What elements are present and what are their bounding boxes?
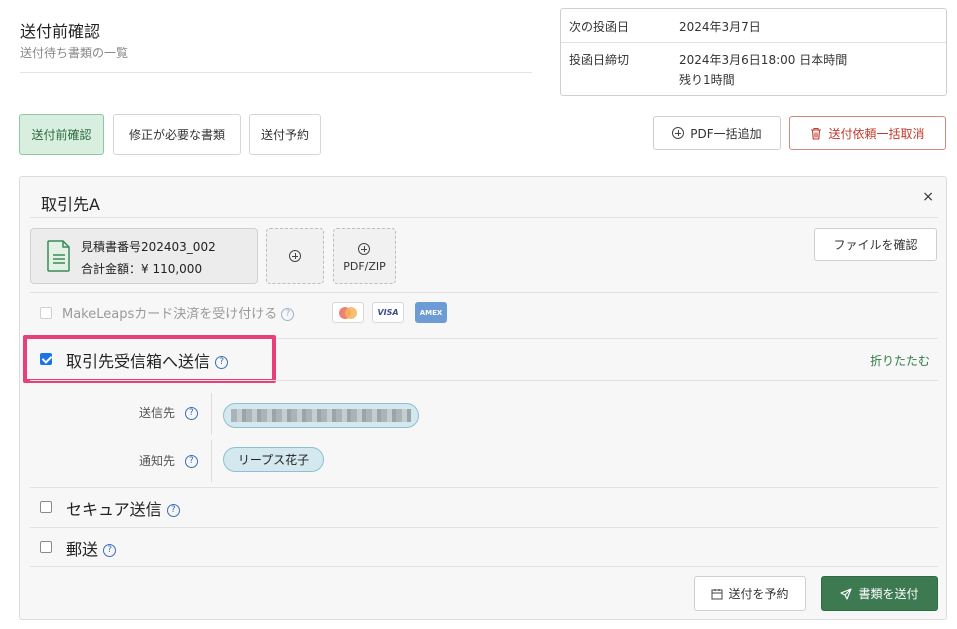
help-icon[interactable]: ? bbox=[184, 455, 198, 468]
inbox-send-checkbox[interactable] bbox=[40, 353, 52, 365]
field-divider bbox=[211, 393, 212, 435]
mastercard-icon bbox=[339, 306, 357, 319]
panel-divider bbox=[30, 487, 938, 488]
add-pdf-bulk-label: PDF一括追加 bbox=[690, 126, 762, 141]
add-document-button[interactable] bbox=[266, 228, 324, 284]
card-payment-checkbox[interactable] bbox=[40, 307, 52, 319]
client-name: 取引先A bbox=[41, 195, 100, 214]
visa-logo: VISA bbox=[372, 302, 404, 323]
document-card[interactable]: 見積書番号202403_002 合計金額：¥ 110,000 bbox=[30, 228, 258, 284]
next-posting-row: 次の投函日 2024年3月7日 bbox=[561, 9, 946, 43]
add-pdf-bulk-button[interactable]: PDF一括追加 bbox=[653, 116, 781, 150]
send-icon bbox=[840, 587, 853, 600]
document-number: 見積書番号202403_002 bbox=[81, 240, 216, 254]
trash-icon bbox=[811, 127, 822, 140]
cancel-all-requests-label: 送付依頼一括取消 bbox=[828, 126, 925, 141]
mastercard-logo bbox=[332, 302, 364, 323]
header-divider bbox=[20, 72, 532, 73]
schedule-send-label: 送付を予約 bbox=[728, 587, 789, 601]
add-pdf-zip-button[interactable]: PDF/ZIP bbox=[333, 228, 396, 284]
pdf-zip-label: PDF/ZIP bbox=[343, 260, 386, 273]
panel-divider bbox=[30, 217, 938, 218]
close-icon[interactable]: × bbox=[922, 189, 934, 205]
notify-pill[interactable]: リープス花子 bbox=[223, 447, 324, 472]
plus-circle-icon bbox=[289, 250, 301, 262]
page-title: 送付前確認 bbox=[20, 22, 101, 41]
client-panel: 取引先A × 見積書番号202403_002 合計金額：¥ 110,000 PD… bbox=[19, 176, 947, 620]
help-icon[interactable]: ? bbox=[166, 504, 180, 517]
cancel-all-requests-button[interactable]: 送付依頼一括取消 bbox=[789, 116, 946, 150]
field-divider bbox=[211, 440, 212, 482]
tab-pre-send-check[interactable]: 送付前確認 bbox=[19, 114, 104, 155]
redacted-recipient bbox=[231, 409, 411, 422]
calendar-icon bbox=[711, 588, 723, 599]
schedule-send-button[interactable]: 送付を予約 bbox=[694, 576, 806, 611]
inbox-send-label: 取引先受信箱へ送信 ? bbox=[66, 348, 229, 372]
document-amount: 合計金額：¥ 110,000 bbox=[81, 262, 203, 276]
secure-send-label: セキュア送信 ? bbox=[66, 496, 180, 520]
panel-divider bbox=[30, 380, 938, 381]
recipient-label: 送信先 ? bbox=[139, 404, 198, 421]
help-icon[interactable]: ? bbox=[281, 308, 295, 321]
help-icon[interactable]: ? bbox=[215, 356, 229, 369]
help-icon[interactable]: ? bbox=[184, 407, 198, 420]
deadline-value: 2024年3月6日18:00 日本時間 bbox=[679, 53, 848, 67]
confirm-file-button[interactable]: ファイルを確認 bbox=[814, 228, 937, 261]
remaining-time: 残り1時間 bbox=[679, 73, 735, 87]
notify-label: 通知先 ? bbox=[139, 452, 198, 469]
panel-divider bbox=[30, 566, 938, 567]
tab-scheduled[interactable]: 送付予約 bbox=[249, 114, 321, 155]
card-payment-label: MakeLeapsカード決済を受け付ける ? bbox=[62, 303, 295, 322]
document-icon bbox=[47, 240, 70, 272]
plus-circle-icon bbox=[358, 243, 370, 255]
panel-divider bbox=[30, 292, 938, 293]
page-subtitle: 送付待ち書類の一覧 bbox=[20, 46, 129, 60]
deadline-label: 投函日締切 bbox=[569, 53, 630, 67]
posting-info-box: 次の投函日 2024年3月7日 投函日締切 2024年3月6日18:00 日本時… bbox=[560, 8, 947, 96]
secure-send-checkbox[interactable] bbox=[40, 501, 52, 513]
help-icon[interactable]: ? bbox=[103, 544, 117, 557]
tab-needs-correction[interactable]: 修正が必要な書類 bbox=[113, 114, 241, 155]
postal-mail-label: 郵送 ? bbox=[66, 536, 117, 560]
recipient-pill[interactable] bbox=[223, 403, 419, 428]
panel-divider bbox=[30, 527, 938, 528]
postal-mail-checkbox[interactable] bbox=[40, 541, 52, 553]
send-documents-button[interactable]: 書類を送付 bbox=[821, 576, 938, 611]
next-posting-label: 次の投函日 bbox=[569, 20, 630, 34]
plus-circle-icon bbox=[672, 127, 685, 139]
amex-logo: AMEX bbox=[415, 302, 447, 323]
next-posting-value: 2024年3月7日 bbox=[679, 20, 761, 34]
collapse-link[interactable]: 折りたたむ bbox=[870, 352, 930, 369]
send-documents-label: 書類を送付 bbox=[858, 587, 919, 601]
